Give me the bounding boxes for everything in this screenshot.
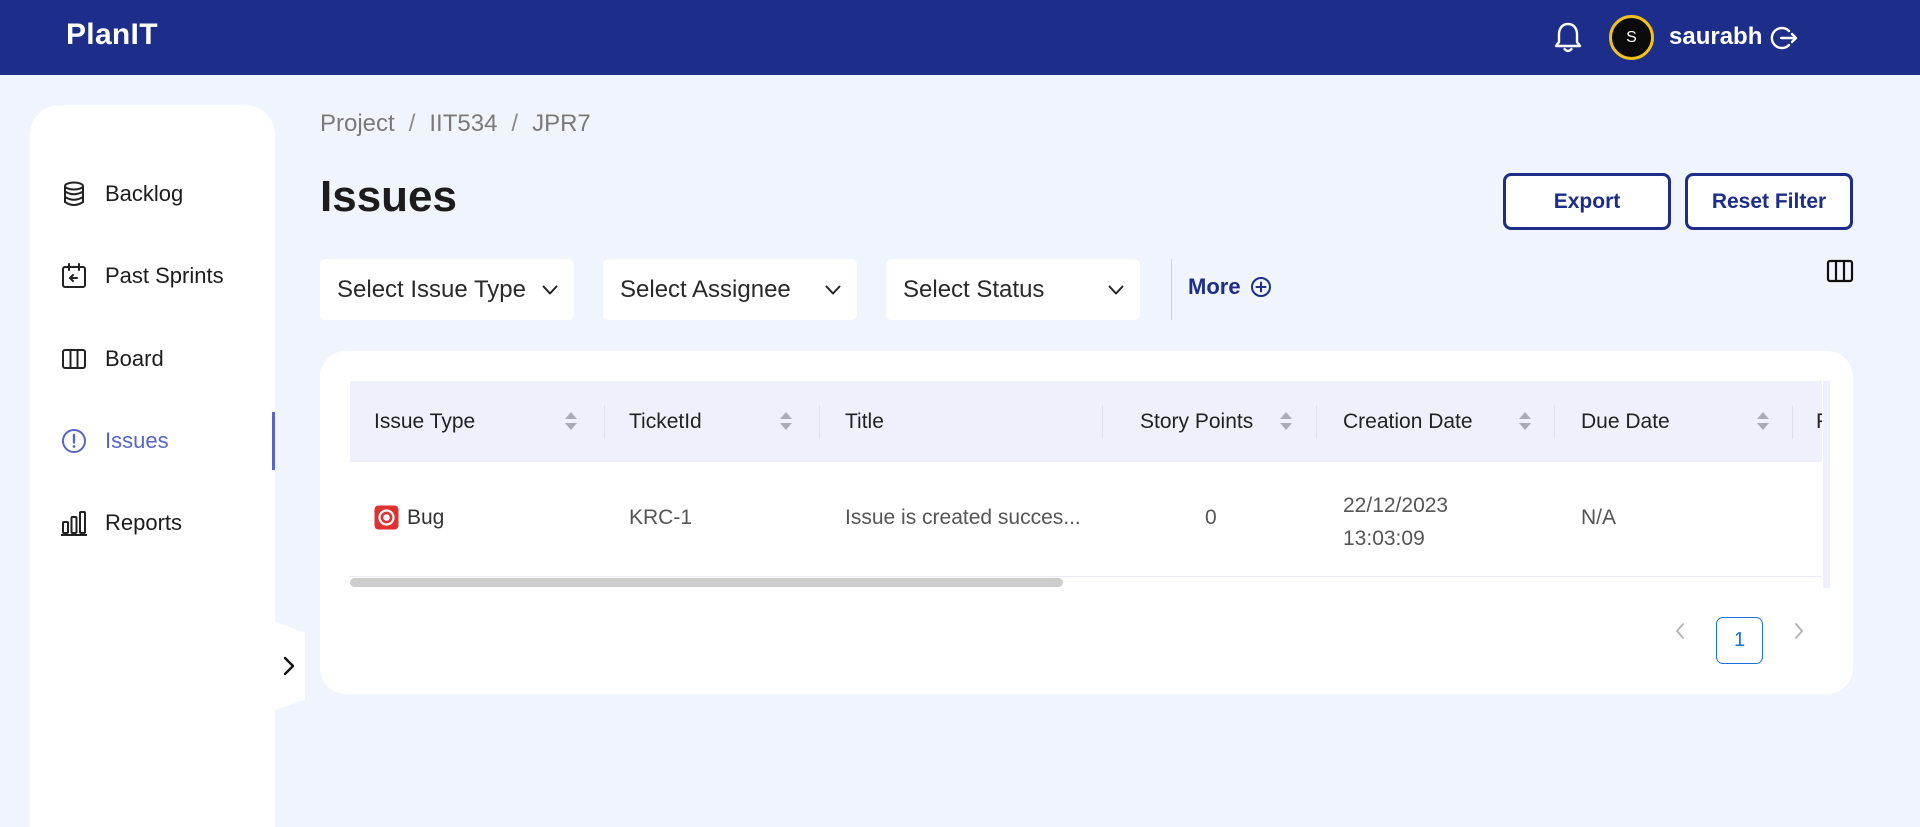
breadcrumb-project[interactable]: Project bbox=[320, 110, 395, 138]
logout-icon[interactable] bbox=[1770, 24, 1798, 52]
reset-filter-button[interactable]: Reset Filter bbox=[1685, 173, 1853, 230]
column-divider bbox=[604, 405, 605, 439]
export-button[interactable]: Export bbox=[1503, 173, 1671, 230]
creation-date: 22/12/2023 bbox=[1343, 494, 1449, 517]
chevron-down-icon bbox=[542, 285, 558, 295]
cell-issue-type: Bug bbox=[374, 505, 444, 530]
cell-story-points: 0 bbox=[1205, 506, 1217, 529]
column-divider bbox=[819, 405, 820, 439]
column-issue-type[interactable]: Issue Type bbox=[374, 381, 604, 462]
column-label: Story Points bbox=[1140, 409, 1254, 433]
more-label: More bbox=[1188, 274, 1241, 299]
cell-creation-date: 22/12/2023 13:03:09 bbox=[1343, 489, 1448, 555]
column-due-date[interactable]: Due Date bbox=[1581, 381, 1796, 462]
sidebar-item-label: Past Sprints bbox=[105, 263, 224, 288]
column-label: P bbox=[1816, 410, 1822, 434]
column-label: Title bbox=[845, 409, 884, 433]
chevron-down-icon bbox=[825, 285, 841, 295]
sidebar: Backlog Past Sprints Board Issues Report… bbox=[30, 105, 275, 827]
column-divider bbox=[1316, 405, 1317, 439]
breadcrumb-separator: / bbox=[408, 110, 416, 137]
column-ticket-id[interactable]: TicketId bbox=[629, 381, 819, 462]
column-label: Creation Date bbox=[1343, 409, 1473, 433]
plus-circle-icon bbox=[1250, 277, 1271, 297]
assignee-select[interactable]: Select Assignee bbox=[603, 259, 857, 320]
column-divider bbox=[1554, 405, 1555, 439]
column-title[interactable]: Title bbox=[845, 381, 1105, 462]
chevron-left-icon bbox=[1676, 623, 1684, 639]
table-row[interactable]: Bug KRC-1 Issue is created succes... 0 2… bbox=[350, 462, 1822, 577]
sidebar-item-label: Board bbox=[105, 346, 164, 371]
board-columns-icon bbox=[62, 349, 86, 369]
chevron-right-icon bbox=[1795, 623, 1803, 639]
column-truncated[interactable]: P bbox=[1816, 381, 1822, 462]
issue-type-label: Bug bbox=[407, 505, 445, 529]
database-icon bbox=[64, 181, 84, 206]
select-label: Select Assignee bbox=[620, 275, 791, 303]
alert-circle-icon bbox=[62, 429, 86, 453]
sort-icon[interactable] bbox=[1518, 410, 1532, 432]
breadcrumb-separator: / bbox=[511, 110, 519, 137]
horizontal-scrollbar[interactable] bbox=[350, 576, 1822, 588]
sidebar-item-board[interactable]: Board bbox=[30, 330, 275, 388]
sidebar-item-label: Reports bbox=[105, 510, 183, 535]
page-title: Issues bbox=[320, 172, 457, 221]
sidebar-item-label: Backlog bbox=[105, 181, 184, 206]
issues-table-card: Issue Type TicketId Title Story Points C… bbox=[320, 351, 1853, 694]
sidebar-item-past-sprints[interactable]: Past Sprints bbox=[30, 247, 275, 305]
sidebar-item-issues[interactable]: Issues bbox=[30, 412, 275, 470]
column-divider bbox=[1792, 405, 1793, 439]
chevron-right-icon bbox=[283, 656, 295, 676]
breadcrumb: Project / IIT534 / JPR7 bbox=[320, 110, 591, 138]
pagination-next-button[interactable] bbox=[1787, 619, 1811, 643]
select-label: Select Issue Type bbox=[337, 275, 526, 303]
status-select[interactable]: Select Status bbox=[886, 259, 1140, 320]
column-divider bbox=[1102, 405, 1103, 439]
app-logo[interactable]: PlanIT bbox=[66, 18, 158, 52]
columns-settings-icon[interactable] bbox=[1826, 258, 1854, 284]
pagination-prev-button[interactable] bbox=[1668, 619, 1692, 643]
column-story-points[interactable]: Story Points bbox=[1140, 381, 1315, 462]
bar-chart-icon bbox=[61, 511, 87, 536]
scrollbar-thumb[interactable] bbox=[350, 578, 1063, 587]
column-label: Issue Type bbox=[374, 409, 476, 433]
creation-time: 13:03:09 bbox=[1343, 527, 1425, 550]
more-filters-button[interactable]: More bbox=[1188, 274, 1272, 300]
sort-icon[interactable] bbox=[1279, 410, 1293, 432]
calendar-back-icon bbox=[62, 263, 86, 288]
cell-title[interactable]: Issue is created succes... bbox=[845, 506, 1081, 530]
cell-ticket-id[interactable]: KRC-1 bbox=[629, 506, 692, 530]
breadcrumb-key[interactable]: JPR7 bbox=[532, 110, 591, 138]
sort-icon[interactable] bbox=[564, 410, 578, 432]
sidebar-collapse-toggle[interactable] bbox=[275, 622, 305, 710]
table-header: Issue Type TicketId Title Story Points C… bbox=[350, 381, 1822, 462]
sidebar-item-label: Issues bbox=[105, 428, 169, 453]
breadcrumb-project-id[interactable]: IIT534 bbox=[429, 110, 497, 138]
avatar[interactable]: S bbox=[1609, 15, 1654, 60]
bug-icon bbox=[374, 505, 399, 530]
issue-type-select[interactable]: Select Issue Type bbox=[320, 259, 574, 320]
select-label: Select Status bbox=[903, 275, 1045, 303]
sort-icon[interactable] bbox=[1756, 410, 1770, 432]
sort-icon[interactable] bbox=[779, 410, 793, 432]
column-creation-date[interactable]: Creation Date bbox=[1343, 381, 1558, 462]
top-navbar: PlanIT S saurabh bbox=[0, 0, 1920, 75]
bell-icon[interactable] bbox=[1552, 21, 1584, 55]
cell-due-date: N/A bbox=[1581, 506, 1617, 529]
table-scroll-edge bbox=[1823, 381, 1830, 588]
column-label: TicketId bbox=[629, 409, 702, 433]
pagination-page-1[interactable]: 1 bbox=[1716, 617, 1763, 664]
filter-divider bbox=[1171, 259, 1172, 320]
chevron-down-icon bbox=[1108, 285, 1124, 295]
column-label: Due Date bbox=[1581, 409, 1670, 433]
username: saurabh bbox=[1669, 23, 1763, 50]
issues-table: Issue Type TicketId Title Story Points C… bbox=[350, 381, 1822, 588]
sidebar-item-backlog[interactable]: Backlog bbox=[30, 165, 275, 223]
sidebar-item-reports[interactable]: Reports bbox=[30, 494, 275, 552]
